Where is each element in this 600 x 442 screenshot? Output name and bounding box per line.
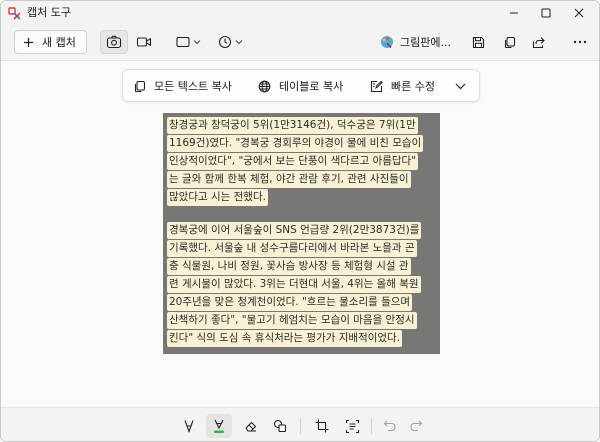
chevron-down-icon	[193, 40, 200, 45]
quick-redact-button[interactable]: 빠른 수정	[370, 77, 435, 95]
more-options-button[interactable]	[569, 30, 591, 54]
text-line[interactable]: 기록했다. 서울숲 내 성수구름다리에서 바라본 노을과 곤	[167, 240, 417, 257]
camera-icon	[106, 35, 122, 49]
text-actions-icon	[345, 419, 359, 433]
title-bar: 캡처 도구	[1, 1, 599, 25]
new-capture-label: 새 캡처	[42, 36, 76, 49]
text-line[interactable]: 1169건)였다. "경복궁 경회루의 야경이 물에 비친 모습이	[167, 135, 424, 152]
copy-icon	[504, 36, 515, 48]
undo-button[interactable]	[377, 414, 403, 438]
toolbar: 새 캡처 그림판에...	[1, 25, 599, 61]
delay-timer-dropdown[interactable]	[215, 30, 245, 54]
open-in-paint-label: 그림판에...	[400, 36, 451, 49]
text-actions-expand-button[interactable]	[455, 77, 466, 95]
window-title: 캡처 도구	[27, 6, 71, 19]
share-icon	[532, 36, 545, 48]
copy-as-table-button[interactable]: 테이블로 복사	[258, 77, 343, 95]
chevron-down-icon	[455, 83, 466, 89]
edit-icon	[370, 80, 383, 92]
eraser-button[interactable]	[238, 414, 264, 438]
minimize-icon	[510, 12, 518, 14]
text-line[interactable]: 많았다고 시는 전했다.	[167, 189, 268, 206]
copy-button[interactable]	[498, 30, 520, 54]
eraser-icon	[245, 421, 257, 432]
save-icon	[472, 36, 484, 48]
shapes-icon	[273, 419, 287, 433]
snip-shape-dropdown[interactable]	[173, 30, 203, 54]
globe-icon	[258, 80, 271, 92]
text-line[interactable]: 는 글와 함께 한복 체험, 야간 관람 후기, 관련 사진들이	[167, 171, 411, 188]
text-line[interactable]: 킨다" 식의 도심 속 휴식처라는 평가가 지배적이었다.	[167, 330, 403, 347]
annotation-toolbar	[1, 407, 599, 441]
quick-redact-label: 빠른 수정	[391, 80, 435, 93]
text-line[interactable]: 산책하기 좋다", "물고기 헤엄치는 모습이 마음을 안정시	[167, 312, 417, 329]
text-line[interactable]: 20주년을 맞은 청계천이었다. "흐르는 물소리를 들으며	[167, 294, 413, 311]
ballpoint-pen-icon	[184, 420, 194, 433]
snipping-tool-icon	[8, 6, 22, 20]
redo-icon	[410, 420, 423, 432]
text-line[interactable]: 창경궁과 창덕궁이 5위(1만3146건), 덕수궁은 7위(1만	[167, 117, 418, 134]
toolbar-separator	[371, 418, 372, 434]
copy-icon	[134, 80, 146, 92]
share-button[interactable]	[527, 30, 549, 54]
maximize-icon	[541, 8, 551, 18]
shapes-button[interactable]	[267, 414, 293, 438]
copy-all-text-label: 모든 텍스트 복사	[154, 80, 232, 93]
text-actions-button[interactable]	[339, 414, 365, 438]
crop-button[interactable]	[309, 414, 335, 438]
highlighter-icon	[214, 419, 224, 433]
close-button[interactable]	[562, 1, 596, 25]
rectangle-icon	[175, 36, 190, 48]
save-button[interactable]	[467, 30, 489, 54]
clock-icon	[218, 35, 231, 49]
video-mode-button[interactable]	[130, 30, 158, 54]
toolbar-separator	[300, 418, 301, 434]
ballpoint-pen-button[interactable]	[176, 414, 202, 438]
close-icon	[574, 8, 584, 18]
capture-mode-group	[100, 30, 160, 54]
chevron-down-icon	[235, 40, 242, 45]
text-line[interactable]: 련 게시물이 많았다. 3위는 더현대 서울, 4위는 올해 복원	[167, 276, 421, 293]
open-in-paint-button[interactable]: 그림판에...	[380, 30, 451, 54]
more-icon	[573, 40, 587, 44]
video-icon	[136, 37, 152, 47]
plus-icon	[24, 37, 33, 47]
maximize-button[interactable]	[529, 1, 563, 25]
minimize-button[interactable]	[497, 1, 531, 25]
text-line[interactable]: 경복궁에 이어 서울숲이 SNS 언급량 2위(2만3873건)를	[167, 222, 422, 239]
undo-icon	[383, 420, 396, 432]
text-line[interactable]: 충 식물원, 나비 정원, 꽃사슴 방사장 등 체험형 시설 관	[167, 258, 411, 275]
screenshot-mode-button[interactable]	[100, 30, 128, 54]
snipping-tool-window: 캡처 도구 새 캡처 그림판에... 모든 텍스트 복사 테이블로 복사 빠른 …	[0, 0, 600, 442]
highlighter-button[interactable]	[206, 414, 232, 438]
text-actions-bar: 모든 텍스트 복사 테이블로 복사 빠른 수정	[122, 69, 480, 102]
paint-icon	[381, 36, 393, 49]
copy-as-table-label: 테이블로 복사	[279, 80, 344, 93]
captured-image: 창경궁과 창덕궁이 5위(1만3146건), 덕수궁은 7위(1만 1169건)…	[163, 113, 440, 354]
copy-all-text-button[interactable]: 모든 텍스트 복사	[133, 77, 232, 95]
text-line[interactable]: 인상적이었다", "궁에서 보는 단풍이 색다르고 아름답다"	[167, 153, 419, 170]
new-capture-button[interactable]: 새 캡처	[14, 30, 87, 54]
redo-button[interactable]	[403, 414, 429, 438]
crop-icon	[315, 419, 329, 433]
